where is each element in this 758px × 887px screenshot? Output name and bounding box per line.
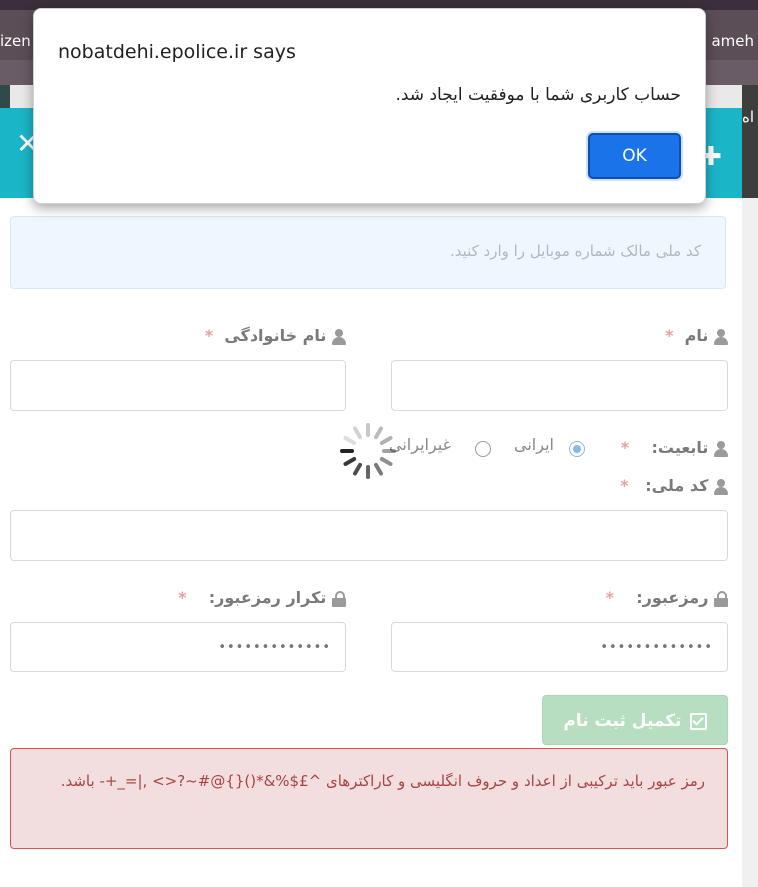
user-icon bbox=[714, 328, 728, 345]
page-overlay-left bbox=[0, 85, 10, 110]
user-icon bbox=[332, 328, 346, 345]
navbar-left-text: izen bbox=[0, 32, 31, 50]
lock-icon bbox=[714, 590, 728, 607]
radio-foreign[interactable] bbox=[475, 441, 491, 457]
password-repeat-input[interactable] bbox=[10, 622, 346, 672]
radio-iranian-label[interactable]: ایرانی bbox=[514, 435, 554, 454]
national-code-label: کد ملی: * bbox=[620, 476, 728, 495]
password-rules-alert: رمز عبور باید ترکیبی از اعداد و حروف انگ… bbox=[10, 748, 728, 849]
last-name-input[interactable] bbox=[10, 360, 346, 411]
user-icon bbox=[714, 440, 728, 457]
required-marker: * bbox=[178, 588, 187, 607]
password-input[interactable] bbox=[391, 622, 728, 672]
info-box: کد ملی مالک شماره موبایل را وارد کنید. bbox=[10, 216, 726, 289]
dialog-title: nobatdehi.epolice.ir says bbox=[58, 41, 296, 63]
navbar-right-text: ameh bbox=[711, 32, 754, 50]
user-icon bbox=[714, 478, 728, 495]
radio-iranian[interactable] bbox=[569, 441, 585, 457]
lock-icon bbox=[332, 590, 346, 607]
password-repeat-label: تکرار رمزعبور: * bbox=[178, 588, 346, 607]
required-marker: * bbox=[665, 326, 674, 345]
last-name-label: نام خانوادگی * bbox=[205, 326, 346, 345]
registration-modal: ✕ ✚ کد ملی مالک شماره موبایل را وارد کنی… bbox=[0, 108, 758, 887]
complete-registration-button[interactable]: تکمیل ثبت نام bbox=[542, 695, 728, 745]
first-name-input[interactable] bbox=[391, 360, 728, 411]
required-marker: * bbox=[605, 588, 614, 607]
radio-foreign-label[interactable]: غیرایرانی bbox=[389, 435, 451, 454]
required-marker: * bbox=[620, 476, 629, 495]
nationality-radio-group: ایرانی غیرایرانی bbox=[387, 433, 587, 459]
check-square-icon bbox=[689, 712, 707, 730]
page-text-fragment: اه bbox=[742, 108, 755, 126]
dialog-ok-button[interactable]: OK bbox=[588, 133, 681, 179]
info-text: کد ملی مالک شماره موبایل را وارد کنید. bbox=[449, 242, 701, 260]
loading-spinner-icon bbox=[338, 421, 398, 481]
alert-text: رمز عبور باید ترکیبی از اعداد و حروف انگ… bbox=[60, 772, 705, 790]
modal-scrollbar[interactable] bbox=[742, 198, 758, 887]
dialog-message: حساب کاربری شما با موفقیت ایجاد شد. bbox=[395, 85, 681, 105]
browser-alert-dialog: nobatdehi.epolice.ir says حساب کاربری شم… bbox=[33, 8, 706, 204]
required-marker: * bbox=[204, 326, 214, 345]
national-code-input[interactable] bbox=[10, 510, 728, 561]
required-marker: * bbox=[620, 438, 630, 457]
first-name-label: نام * bbox=[665, 326, 728, 345]
password-label: رمزعبور: * bbox=[606, 588, 728, 607]
nationality-label: تابعیت: * bbox=[621, 438, 728, 457]
